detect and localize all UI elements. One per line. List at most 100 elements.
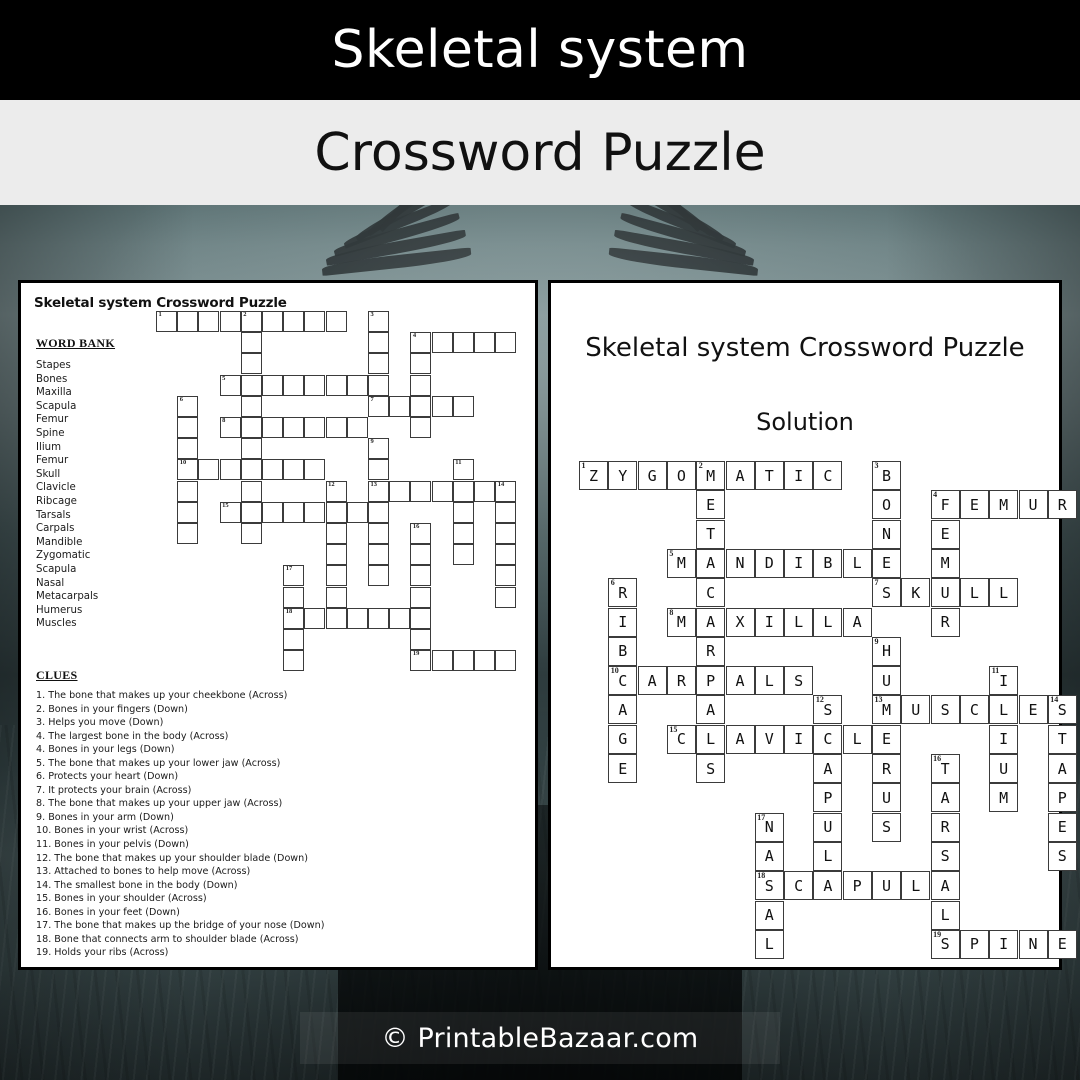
- crossword-cell[interactable]: [240, 353, 262, 375]
- crossword-cell[interactable]: 11: [452, 459, 474, 481]
- crossword-cell[interactable]: [304, 607, 326, 629]
- crossword-cell[interactable]: [410, 395, 432, 417]
- crossword-cell[interactable]: [177, 523, 199, 544]
- crossword-cell[interactable]: [495, 544, 517, 566]
- crossword-cell[interactable]: 19: [410, 650, 432, 672]
- crossword-cell[interactable]: 4: [410, 332, 432, 354]
- crossword-cell[interactable]: [410, 417, 432, 438]
- crossword-cell[interactable]: [304, 374, 326, 396]
- crossword-cell[interactable]: 17: [283, 565, 305, 587]
- crossword-cell[interactable]: [452, 480, 474, 502]
- crossword-cell[interactable]: 3: [368, 311, 389, 332]
- crossword-cell[interactable]: [474, 480, 495, 502]
- crossword-cell[interactable]: [325, 523, 347, 544]
- crossword-cell[interactable]: [346, 501, 368, 523]
- crossword-cell[interactable]: [410, 374, 432, 396]
- crossword-cell[interactable]: [325, 586, 347, 608]
- crossword-cell[interactable]: [304, 311, 326, 332]
- crossword-cell[interactable]: [240, 417, 262, 438]
- crossword-cell[interactable]: 14: [495, 480, 517, 502]
- crossword-cell[interactable]: [474, 650, 495, 672]
- crossword-cell[interactable]: [177, 311, 199, 332]
- crossword-cell[interactable]: [283, 374, 305, 396]
- crossword-cell[interactable]: [495, 586, 517, 608]
- crossword-cell[interactable]: [283, 629, 305, 650]
- crossword-cell[interactable]: 8: [219, 417, 241, 438]
- crossword-cell[interactable]: [368, 501, 389, 523]
- crossword-cell[interactable]: 15: [219, 501, 241, 523]
- crossword-cell[interactable]: [368, 607, 389, 629]
- crossword-cell[interactable]: 16: [410, 523, 432, 544]
- crossword-cell[interactable]: [262, 501, 283, 523]
- crossword-cell[interactable]: [431, 395, 453, 417]
- crossword-cell[interactable]: 9: [368, 438, 389, 460]
- crossword-cell[interactable]: [262, 374, 283, 396]
- crossword-cell[interactable]: [410, 544, 432, 566]
- crossword-cell[interactable]: [431, 650, 453, 672]
- crossword-cell[interactable]: [177, 438, 199, 460]
- crossword-cell[interactable]: [240, 332, 262, 354]
- crossword-cell[interactable]: [368, 374, 389, 396]
- crossword-cell[interactable]: 12: [325, 480, 347, 502]
- crossword-cell[interactable]: [389, 607, 411, 629]
- crossword-cell[interactable]: [198, 459, 220, 481]
- crossword-cell[interactable]: [368, 523, 389, 544]
- crossword-cell[interactable]: [474, 332, 495, 354]
- crossword-cell[interactable]: [283, 586, 305, 608]
- crossword-cell[interactable]: [325, 544, 347, 566]
- crossword-cell[interactable]: [240, 523, 262, 544]
- crossword-cell[interactable]: [325, 607, 347, 629]
- crossword-cell[interactable]: [495, 501, 517, 523]
- crossword-cell[interactable]: [325, 501, 347, 523]
- crossword-cell[interactable]: [325, 565, 347, 587]
- crossword-cell[interactable]: 18: [283, 607, 305, 629]
- crossword-cell[interactable]: [452, 501, 474, 523]
- crossword-cell[interactable]: [325, 417, 347, 438]
- crossword-cell[interactable]: [368, 544, 389, 566]
- crossword-cell[interactable]: [389, 480, 411, 502]
- crossword-cell[interactable]: [346, 417, 368, 438]
- crossword-cell[interactable]: 10: [177, 459, 199, 481]
- crossword-cell[interactable]: [368, 459, 389, 481]
- crossword-cell[interactable]: [410, 480, 432, 502]
- crossword-cell[interactable]: [410, 586, 432, 608]
- crossword-cell[interactable]: 2: [240, 311, 262, 332]
- crossword-cell[interactable]: [495, 650, 517, 672]
- crossword-cell[interactable]: [452, 332, 474, 354]
- crossword-cell[interactable]: [431, 332, 453, 354]
- crossword-cell[interactable]: [283, 311, 305, 332]
- crossword-cell[interactable]: 7: [368, 395, 389, 417]
- crossword-cell[interactable]: [240, 501, 262, 523]
- crossword-cell[interactable]: [177, 480, 199, 502]
- crossword-cell[interactable]: [198, 311, 220, 332]
- crossword-cell[interactable]: [240, 480, 262, 502]
- crossword-cell[interactable]: [410, 607, 432, 629]
- crossword-cell[interactable]: [177, 501, 199, 523]
- crossword-cell[interactable]: [283, 459, 305, 481]
- crossword-cell[interactable]: [495, 565, 517, 587]
- crossword-cell[interactable]: [325, 311, 347, 332]
- crossword-cell[interactable]: [177, 417, 199, 438]
- crossword-cell[interactable]: [304, 417, 326, 438]
- crossword-cell[interactable]: [283, 417, 305, 438]
- crossword-cell[interactable]: [262, 311, 283, 332]
- crossword-cell[interactable]: [219, 311, 241, 332]
- crossword-cell[interactable]: [219, 459, 241, 481]
- crossword-cell[interactable]: 13: [368, 480, 389, 502]
- crossword-cell[interactable]: 5: [219, 374, 241, 396]
- crossword-cell[interactable]: 6: [177, 395, 199, 417]
- crossword-cell[interactable]: [368, 332, 389, 354]
- crossword-cell[interactable]: [410, 353, 432, 375]
- crossword-cell[interactable]: [240, 438, 262, 460]
- crossword-cell[interactable]: [452, 523, 474, 544]
- crossword-cell[interactable]: [431, 480, 453, 502]
- crossword-cell[interactable]: [495, 523, 517, 544]
- crossword-cell[interactable]: [240, 374, 262, 396]
- crossword-cell[interactable]: [346, 607, 368, 629]
- crossword-cell[interactable]: [410, 565, 432, 587]
- crossword-cell[interactable]: [325, 374, 347, 396]
- crossword-cell[interactable]: [452, 395, 474, 417]
- crossword-cell[interactable]: [240, 459, 262, 481]
- crossword-cell[interactable]: [262, 459, 283, 481]
- crossword-cell[interactable]: [368, 565, 389, 587]
